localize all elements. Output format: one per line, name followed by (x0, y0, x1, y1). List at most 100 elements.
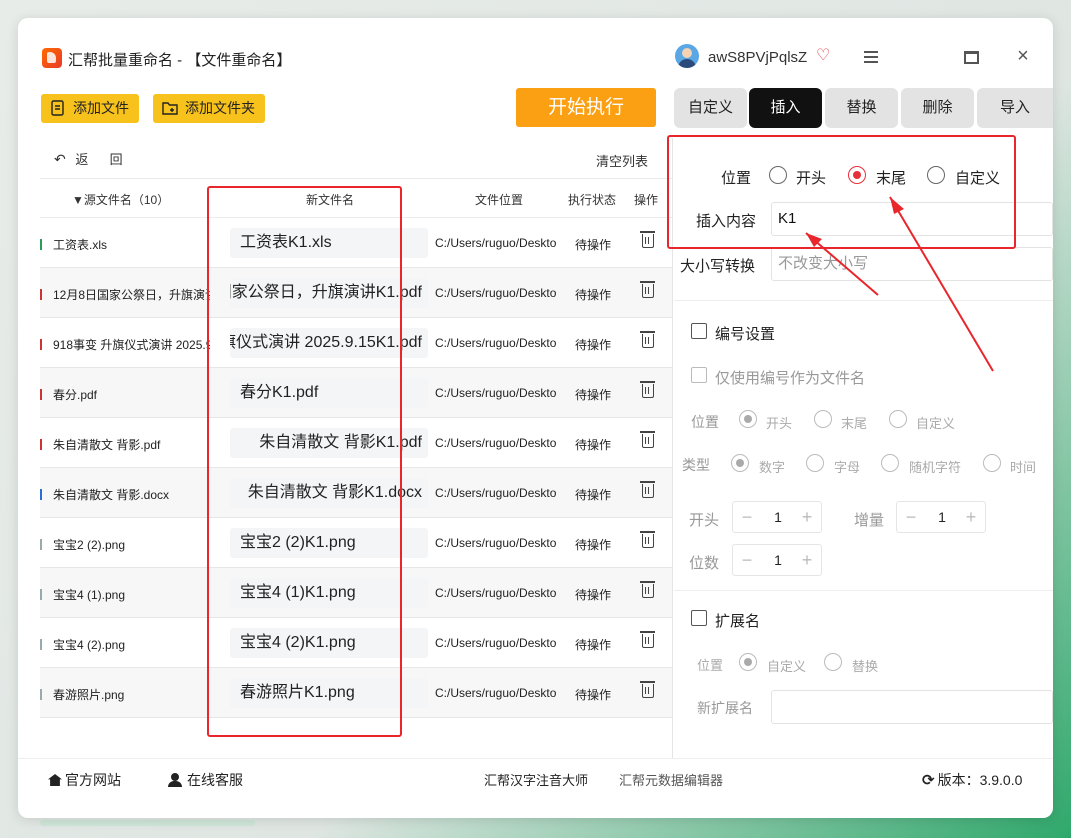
delete-icon[interactable] (640, 481, 655, 498)
new-extension-input[interactable] (771, 690, 1053, 724)
numbering-title[interactable]: 编号设置 (715, 323, 775, 344)
minus-icon[interactable]: − (738, 507, 756, 527)
file-location: C:/Users/ruguo/Deskto (435, 586, 557, 600)
delete-icon[interactable] (640, 581, 655, 598)
step-value[interactable]: 1 (927, 509, 957, 525)
file-type-icon (40, 439, 48, 450)
table-row[interactable]: 春游照片.png 春游照片K1.png C:/Users/ruguo/Deskto 待… (40, 668, 672, 718)
table-row[interactable]: 宝宝4 (2).png 宝宝4 (2)K1.png C:/Users/ruguo/D… (40, 618, 672, 668)
table-row[interactable]: 918事变 升旗仪式演讲 2025.9.15.pdf 918事变 升旗仪式演讲 2… (40, 318, 672, 368)
vip-heart-icon[interactable]: ♡ (816, 47, 834, 65)
delete-icon[interactable] (640, 381, 655, 398)
delete-icon[interactable] (640, 331, 655, 348)
digits-value[interactable]: 1 (763, 552, 793, 568)
plus-icon[interactable]: + (798, 507, 816, 527)
insert-position-end-radio[interactable] (848, 166, 866, 184)
table-row[interactable]: 朱自清散文 背影.docx 朱自清散文 背影K1.docx C:/Users/rug… (40, 468, 672, 518)
table-row[interactable]: 宝宝4 (1).png 宝宝4 (1)K1.png C:/Users/ruguo/D… (40, 568, 672, 618)
add-folder-button[interactable]: 添加文件夹 (153, 94, 265, 123)
delete-icon[interactable] (640, 231, 655, 248)
minus-icon[interactable]: − (902, 507, 920, 527)
table-header: ▼源文件名（10） 新文件名 文件位置 执行状态 操作 (40, 178, 672, 218)
type-number-label[interactable]: 数字 (759, 457, 785, 476)
extension-replace-label[interactable]: 替换 (852, 656, 878, 675)
type-number-radio[interactable] (731, 454, 749, 472)
type-random-radio[interactable] (881, 454, 899, 472)
type-time-radio[interactable] (983, 454, 1001, 472)
source-filename: 春游照片.png (40, 686, 210, 703)
extension-checkbox[interactable] (691, 610, 707, 626)
file-location: C:/Users/ruguo/Deskto (435, 636, 557, 650)
website-link[interactable]: 官方网站 (48, 770, 121, 790)
start-number-stepper[interactable]: − 1 + (732, 501, 822, 533)
app-link-metadata[interactable]: 汇帮元数据编辑器 (619, 770, 723, 789)
support-link[interactable]: 在线客服 (168, 770, 243, 790)
user-avatar[interactable] (675, 44, 699, 68)
type-letter-label[interactable]: 字母 (834, 457, 860, 476)
table-row[interactable]: 工资表.xls 工资表K1.xls C:/Users/ruguo/Deskto 待操作 (40, 218, 672, 268)
case-convert-select[interactable]: 不改变大小写 (771, 247, 1053, 281)
clear-list-button[interactable]: 清空列表 (596, 151, 648, 170)
plus-icon[interactable]: + (962, 507, 980, 527)
insert-position-start-radio[interactable] (769, 166, 787, 184)
source-filename-text: 宝宝4 (1).png (53, 588, 126, 602)
type-random-label[interactable]: 随机字符 (909, 457, 961, 476)
maximize-icon[interactable] (964, 51, 979, 64)
numbering-position-start-label[interactable]: 开头 (766, 413, 792, 432)
tab-replace[interactable]: 替换 (825, 88, 898, 128)
undo-button[interactable]: 回 (110, 152, 123, 167)
type-time-label[interactable]: 时间 (1010, 457, 1036, 476)
extension-custom-radio[interactable] (739, 653, 757, 671)
type-letter-radio[interactable] (806, 454, 824, 472)
delete-icon[interactable] (640, 681, 655, 698)
numbering-checkbox[interactable] (691, 323, 707, 339)
delete-icon[interactable] (640, 631, 655, 648)
tab-custom[interactable]: 自定义 (674, 88, 747, 128)
insert-position-custom-label[interactable]: 自定义 (955, 167, 1000, 188)
header-source[interactable]: ▼源文件名（10） (72, 191, 169, 208)
numbering-position-end-label[interactable]: 末尾 (841, 413, 867, 432)
tab-insert[interactable]: 插入 (749, 88, 822, 128)
app-link-pinyin[interactable]: 汇帮汉字注音大师 (484, 770, 588, 789)
tab-delete[interactable]: 删除 (901, 88, 974, 128)
only-number-checkbox[interactable] (691, 367, 707, 383)
delete-icon[interactable] (640, 531, 655, 548)
insert-position-start-label[interactable]: 开头 (796, 167, 826, 188)
extension-title[interactable]: 扩展名 (715, 610, 760, 631)
table-row[interactable]: 12月8日国家公祭日，升旗演讲.pdf 12月8日国家公祭日，升旗演讲K1.pdf… (40, 268, 672, 318)
table-row[interactable]: 宝宝2 (2).png 宝宝2 (2)K1.png C:/Users/ruguo/D… (40, 518, 672, 568)
start-button[interactable]: 开始执行 (516, 88, 656, 127)
extension-replace-radio[interactable] (824, 653, 842, 671)
digits-stepper[interactable]: − 1 + (732, 544, 822, 576)
refresh-icon[interactable]: ⟳ (922, 771, 935, 789)
delete-icon[interactable] (640, 281, 655, 298)
menu-icon[interactable] (864, 51, 878, 63)
delete-icon[interactable] (640, 431, 655, 448)
plus-icon[interactable]: + (798, 550, 816, 570)
table-row[interactable]: 朱自清散文 背影.pdf 朱自清散文 背影K1.pdf C:/Users/ruguo… (40, 418, 672, 468)
username[interactable]: awS8PVjPqlsZ (708, 49, 807, 66)
minus-icon[interactable]: − (738, 550, 756, 570)
insert-position-custom-radio[interactable] (927, 166, 945, 184)
new-filename: 工资表K1.xls (230, 228, 428, 258)
numbering-position-custom-radio[interactable] (889, 410, 907, 428)
new-filename: 12月8日国家公祭日，升旗演讲K1.pdf (230, 278, 428, 308)
only-number-label[interactable]: 仅使用编号作为文件名 (715, 367, 865, 388)
numbering-position-end-radio[interactable] (814, 410, 832, 428)
step-stepper[interactable]: − 1 + (896, 501, 986, 533)
status-badge: 待操作 (575, 638, 612, 652)
tab-import[interactable]: 导入 (977, 88, 1053, 128)
start-number-value[interactable]: 1 (763, 509, 793, 525)
close-icon[interactable]: × (1014, 46, 1032, 66)
table-row[interactable]: 春分.pdf 春分K1.pdf C:/Users/ruguo/Deskto 待操作 (40, 368, 672, 418)
add-file-button[interactable]: 添加文件 (41, 94, 139, 123)
numbering-position-custom-label[interactable]: 自定义 (916, 413, 955, 432)
numbering-position-start-radio[interactable] (739, 410, 757, 428)
file-type-icon (40, 639, 48, 650)
extension-custom-label[interactable]: 自定义 (767, 656, 806, 675)
insert-position-end-label[interactable]: 末尾 (876, 167, 906, 188)
source-filename-text: 朱自清散文 背影.pdf (53, 438, 161, 452)
insert-content-input[interactable]: K1 (771, 202, 1053, 236)
back-arrow-icon[interactable]: ↶ (54, 151, 66, 168)
back-button[interactable]: 返 (75, 152, 88, 167)
